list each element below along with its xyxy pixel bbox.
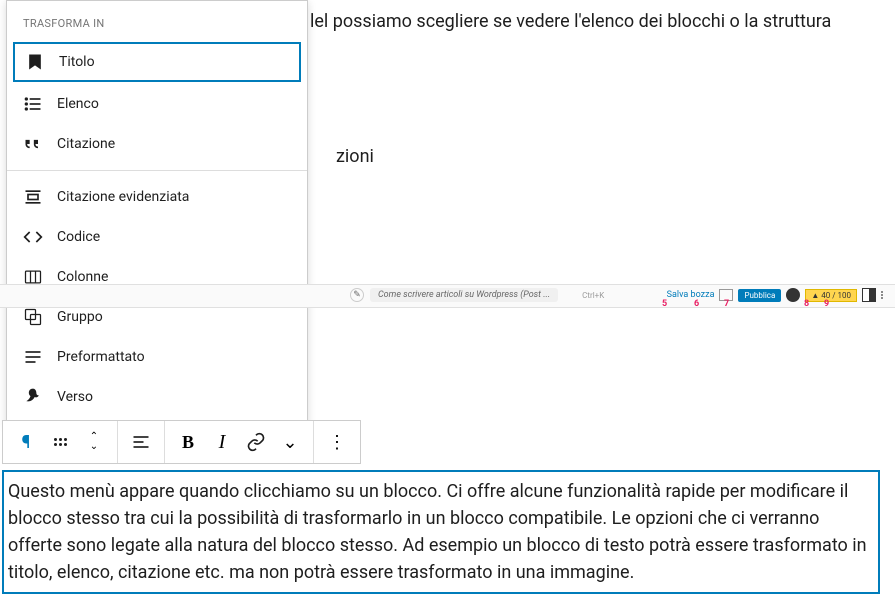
transform-item-titolo[interactable]: Titolo	[13, 42, 301, 82]
align-button[interactable]	[124, 421, 158, 463]
save-draft-button[interactable]: Salva bozza	[667, 290, 715, 300]
block-mover[interactable]: ⌃⌄	[77, 421, 111, 463]
transform-item-label: Elenco	[57, 96, 99, 112]
dropdown-header: TRASFORMA IN	[7, 9, 307, 40]
transform-item-label: Citazione	[57, 136, 115, 152]
globe-icon[interactable]	[786, 288, 800, 302]
bold-button[interactable]: B	[171, 421, 205, 463]
transform-item-label: Citazione evidenziata	[57, 189, 189, 205]
transform-item-label: Titolo	[59, 54, 95, 70]
italic-button[interactable]: I	[205, 421, 239, 463]
block-toolbar: ¶ ⌃⌄ B I ⌄ ⋮	[2, 420, 361, 464]
transform-item-elenco[interactable]: Elenco	[7, 84, 307, 124]
transform-item-citazione[interactable]: Citazione	[7, 124, 307, 164]
topbar-status-icon: ✎	[350, 288, 364, 302]
more-options-icon[interactable]	[881, 291, 883, 299]
annotation-8: 8	[804, 299, 809, 309]
transform-dropdown: TRASFORMA IN Titolo Elenco Citazione Cit…	[6, 0, 308, 426]
annotation-5: 5	[662, 299, 667, 309]
preformatted-icon	[23, 347, 43, 367]
annotation-6: 6	[694, 299, 699, 309]
yoast-score[interactable]: ▲ 40 / 100	[805, 289, 857, 302]
drag-handle[interactable]	[43, 421, 77, 463]
code-icon	[23, 227, 43, 247]
transform-item-verso[interactable]: Verso	[7, 377, 307, 417]
topbar-center: ✎ Come scrivere articoli su Wordpress (P…	[350, 288, 604, 302]
verse-icon	[23, 387, 43, 407]
group-icon	[23, 307, 43, 327]
transform-item-label: Colonne	[57, 269, 108, 285]
transform-item-codice[interactable]: Codice	[7, 217, 307, 257]
editor-topbar: ✎ Come scrivere articoli su Wordpress (P…	[0, 284, 895, 308]
settings-panel-toggle[interactable]	[862, 288, 876, 302]
pullquote-icon	[23, 187, 43, 207]
block-type-button[interactable]: ¶	[9, 421, 43, 463]
dropdown-divider	[7, 170, 307, 171]
annotation-9: 9	[824, 299, 829, 309]
list-icon	[23, 94, 43, 114]
document-title[interactable]: Come scrivere articoli su Wordpress (Pos…	[370, 288, 558, 302]
shortcut-hint: Ctrl+K	[582, 291, 604, 300]
block-options-button[interactable]: ⋮	[320, 421, 354, 463]
publish-button[interactable]: Pubblica	[738, 289, 781, 302]
annotation-7: 7	[724, 299, 729, 309]
transform-item-label: Preformattato	[57, 349, 145, 365]
background-text-line1: lel possiamo scegliere se vedere l'elenc…	[310, 8, 831, 35]
transform-item-preformattato[interactable]: Preformattato	[7, 337, 307, 377]
selected-paragraph-block[interactable]: Questo menù appare quando clicchiamo su …	[2, 470, 880, 594]
transform-item-label: Verso	[57, 389, 93, 405]
more-formatting-button[interactable]: ⌄	[273, 421, 307, 463]
transform-item-label: Gruppo	[57, 309, 103, 325]
background-text-line2: zioni	[336, 143, 374, 170]
quote-icon	[23, 134, 43, 154]
transform-item-citazione-evidenziata[interactable]: Citazione evidenziata	[7, 177, 307, 217]
bookmark-icon	[25, 52, 45, 72]
transform-item-label: Codice	[57, 229, 100, 245]
link-button[interactable]	[239, 421, 273, 463]
